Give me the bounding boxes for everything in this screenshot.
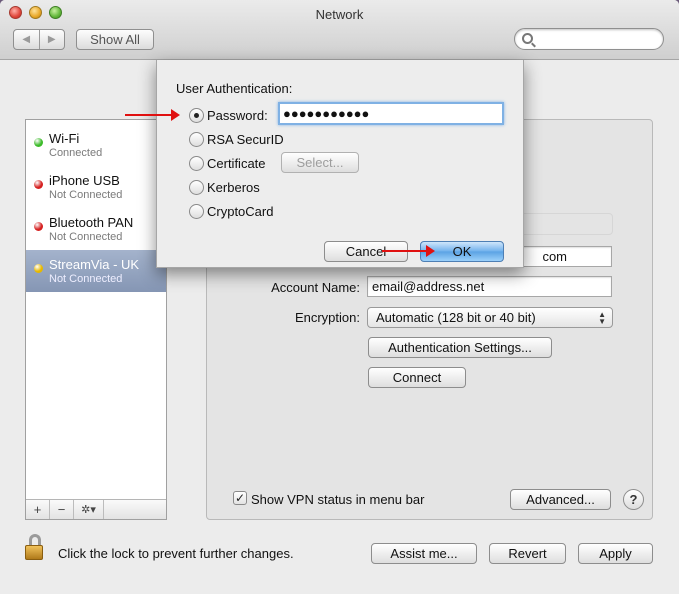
encryption-value: Automatic (128 bit or 40 bit) — [376, 310, 536, 325]
service-item-streamvia-uk[interactable]: StreamVia - UK Not Connected — [26, 250, 166, 292]
back-forward-control[interactable]: ◀ ▶ — [13, 29, 65, 50]
service-name: Bluetooth PAN — [49, 215, 134, 230]
select-certificate-button[interactable]: Select... — [281, 152, 359, 173]
title-bar: Network ◀ ▶ Show All — [0, 0, 679, 60]
lock-body — [25, 545, 43, 560]
show-all-button[interactable]: Show All — [76, 29, 154, 50]
window-title: Network — [315, 7, 364, 22]
service-name: Wi-Fi — [49, 131, 80, 146]
remove-service-button[interactable]: − — [50, 500, 74, 519]
rsa-securid-radio[interactable] — [189, 132, 204, 147]
certificate-label: Certificate — [207, 156, 266, 171]
user-authentication-sheet: User Authentication: Password: ●●●●●●●●●… — [156, 60, 524, 268]
popup-arrows-icon: ▲ ▼ — [598, 310, 606, 326]
advanced-button[interactable]: Advanced... — [510, 489, 611, 510]
status-dot-icon — [34, 222, 43, 231]
show-vpn-status-checkbox[interactable]: ✓ — [233, 491, 247, 505]
apply-button[interactable]: Apply — [578, 543, 653, 564]
search-field[interactable] — [514, 28, 664, 50]
gear-icon[interactable]: ✲▾ — [74, 500, 104, 519]
account-name-field[interactable]: email@address.net — [367, 276, 612, 297]
rsa-securid-label: RSA SecurID — [207, 132, 284, 147]
service-item-bluetooth-pan[interactable]: Bluetooth PAN Not Connected — [26, 208, 166, 250]
service-status: Not Connected — [49, 231, 123, 243]
back-arrow-icon[interactable]: ◀ — [14, 30, 40, 49]
account-name-label: Account Name: — [271, 280, 360, 295]
password-radio[interactable] — [189, 108, 204, 123]
status-dot-icon — [34, 264, 43, 273]
help-button[interactable]: ? — [623, 489, 644, 510]
service-name: iPhone USB — [49, 173, 120, 188]
service-item-iphone-usb[interactable]: iPhone USB Not Connected — [26, 166, 166, 208]
service-status: Not Connected — [49, 189, 123, 201]
forward-arrow-icon[interactable]: ▶ — [40, 30, 65, 49]
encryption-label: Encryption: — [294, 310, 360, 325]
encryption-popup[interactable]: Automatic (128 bit or 40 bit) ▲ ▼ — [367, 307, 613, 328]
search-icon — [522, 33, 533, 44]
show-vpn-status-label: Show VPN status in menu bar — [251, 492, 425, 507]
add-service-button[interactable]: + — [26, 500, 50, 519]
sheet-title: User Authentication: — [176, 81, 293, 96]
connect-button[interactable]: Connect — [368, 367, 466, 388]
service-item-wifi[interactable]: Wi-Fi Connected — [26, 124, 166, 166]
kerberos-label: Kerberos — [207, 180, 260, 195]
cryptocard-label: CryptoCard — [207, 204, 274, 219]
assist-me-button[interactable]: Assist me... — [371, 543, 477, 564]
network-window: Network ◀ ▶ Show All Wi-Fi Connected iPh… — [0, 0, 679, 594]
lock-message: Click the lock to prevent further change… — [58, 546, 294, 561]
service-name: StreamVia - UK — [49, 257, 140, 272]
revert-button[interactable]: Revert — [489, 543, 566, 564]
lock-icon[interactable] — [25, 534, 43, 560]
cryptocard-radio[interactable] — [189, 204, 204, 219]
password-label: Password: — [207, 108, 268, 123]
status-dot-icon — [34, 138, 43, 147]
annotation-arrow-password — [125, 109, 180, 121]
service-status: Connected — [49, 147, 103, 159]
kerberos-radio[interactable] — [189, 180, 204, 195]
service-status: Not Connected — [49, 273, 123, 285]
password-field[interactable]: ●●●●●●●●●●● — [278, 102, 504, 125]
authentication-settings-button[interactable]: Authentication Settings... — [368, 337, 552, 358]
certificate-radio[interactable] — [189, 156, 204, 171]
service-list-toolbar: + − ✲▾ — [26, 499, 166, 519]
status-dot-icon — [34, 180, 43, 189]
service-list[interactable]: Wi-Fi Connected iPhone USB Not Connected… — [25, 119, 167, 520]
annotation-arrow-ok — [382, 245, 435, 257]
